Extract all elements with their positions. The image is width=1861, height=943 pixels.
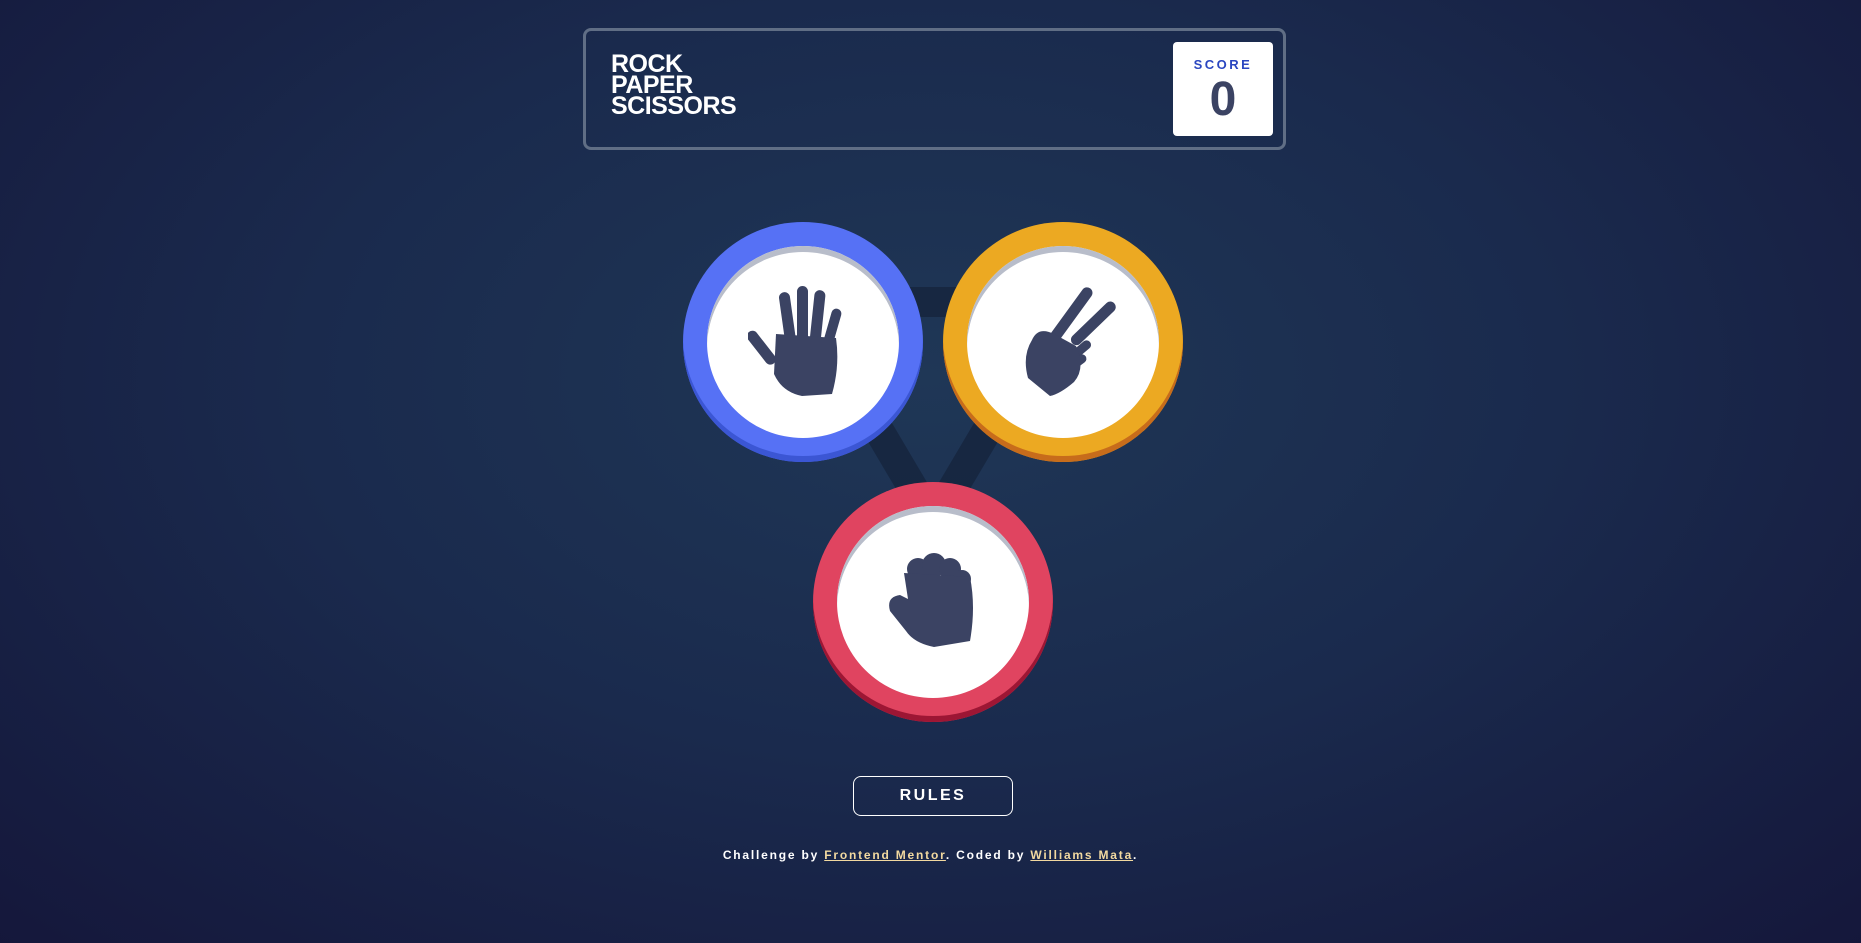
attribution-prefix: Challenge by: [722, 848, 825, 862]
scissors-button[interactable]: [943, 222, 1183, 462]
attribution: Challenge by Frontend Mentor. Coded by W…: [0, 848, 1861, 862]
scissors-token-face[interactable]: [967, 246, 1159, 438]
attribution-middle: . Coded by: [945, 848, 1031, 862]
paper-token-face[interactable]: [707, 246, 899, 438]
rules-button[interactable]: RULES: [853, 776, 1013, 816]
author-link[interactable]: Williams Mata: [1030, 848, 1133, 862]
paper-button[interactable]: [683, 222, 923, 462]
frontend-mentor-link[interactable]: Frontend Mentor: [824, 848, 946, 862]
paper-hand-icon: [748, 286, 842, 396]
rock-button[interactable]: [813, 482, 1053, 722]
rock-fist-icon: [889, 553, 973, 647]
score-label: SCORE: [1193, 57, 1253, 72]
rock-token-face[interactable]: [837, 506, 1029, 698]
score-box: SCORE 0: [1173, 42, 1273, 136]
game-header: Rock Paper Scissors SCORE 0: [583, 28, 1286, 150]
game-title: Rock Paper Scissors: [611, 52, 737, 120]
title-line-scissors: Scissors: [611, 92, 737, 120]
attribution-suffix: .: [1133, 848, 1139, 862]
score-value: 0: [1209, 73, 1237, 126]
scissors-hand-icon: [1025, 287, 1116, 396]
